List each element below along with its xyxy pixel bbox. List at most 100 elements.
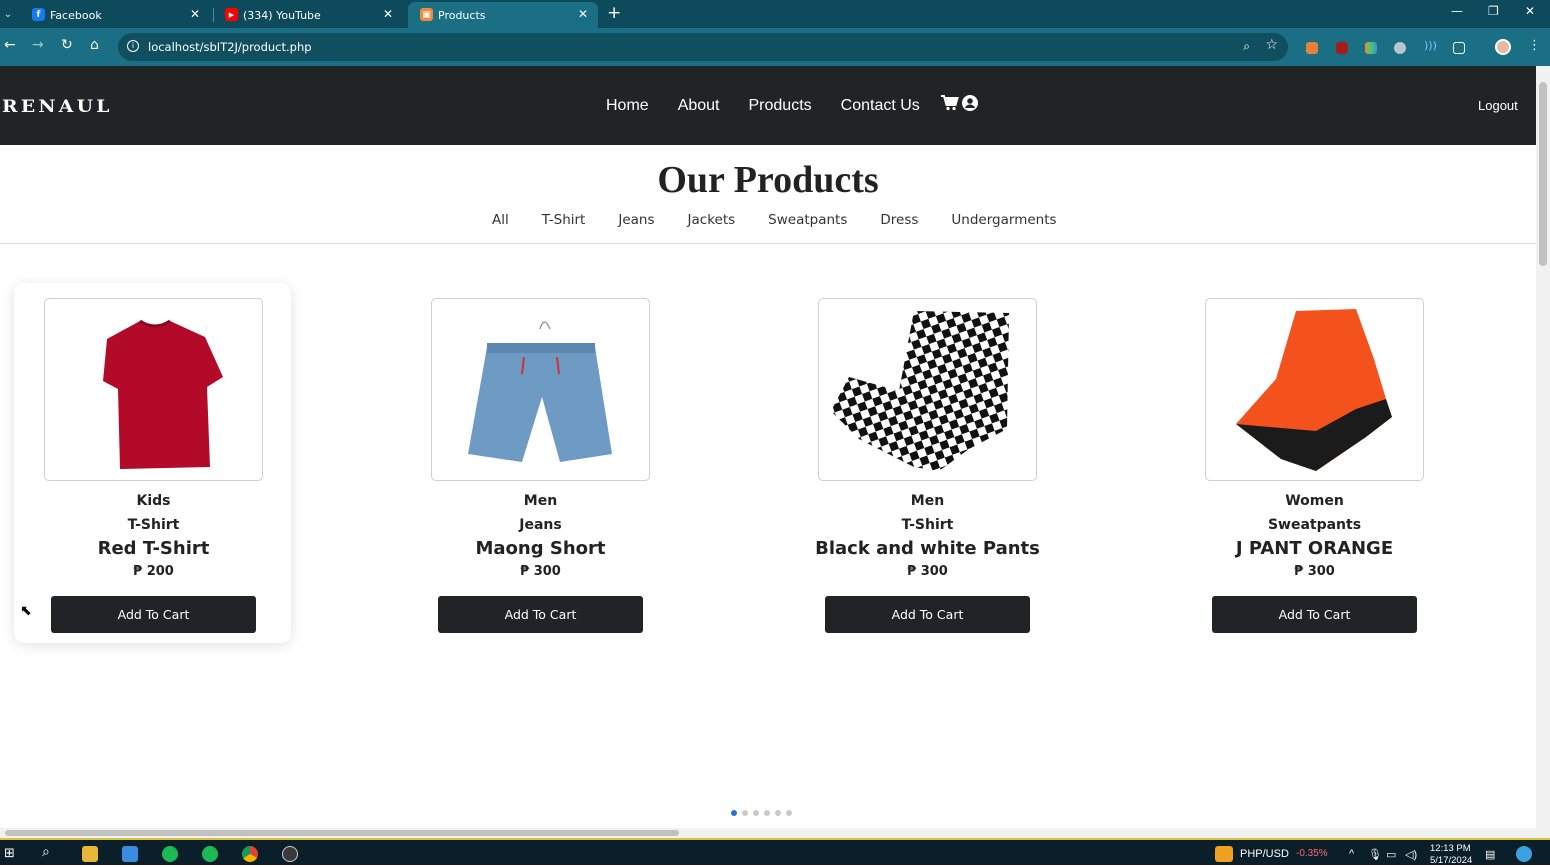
product-card[interactable]: Kids T-Shirt Red T-Shirt ₱ 200 Add To Ca… <box>44 298 263 633</box>
system-clock[interactable]: 12:13 PM 5/17/2024 <box>1430 843 1472 867</box>
zoom-icon[interactable]: ⌕ <box>1243 39 1250 54</box>
nav-about[interactable]: About <box>678 97 720 115</box>
scrollbar-thumb[interactable] <box>5 830 679 836</box>
add-to-cart-button[interactable]: Add To Cart <box>438 596 643 633</box>
add-to-cart-button[interactable]: Add To Cart <box>51 596 256 633</box>
product-name: Red T-Shirt <box>97 538 210 559</box>
windows-start-icon[interactable]: ⊞ <box>4 846 20 862</box>
search-icon[interactable]: ⌕ <box>42 844 58 860</box>
category-filter-bar: All T-Shirt Jeans Jackets Sweatpants Dre… <box>492 212 1057 228</box>
tab-search-chevron-icon[interactable]: ⌄ <box>0 4 16 24</box>
horizontal-scrollbar[interactable] <box>0 828 1536 838</box>
microphone-icon[interactable]: 🎙 <box>1368 848 1382 861</box>
product-name: Maong Short <box>475 538 606 559</box>
widget-app-icon[interactable] <box>1516 846 1532 862</box>
network-icon[interactable]: ▭ <box>1386 848 1396 861</box>
carousel-dot[interactable] <box>742 810 748 816</box>
product-category: Jeans <box>519 517 562 533</box>
notifications-icon[interactable]: ▤ <box>1485 848 1495 861</box>
game-extension-icon[interactable] <box>1394 42 1406 54</box>
product-card[interactable]: Men T-Shirt Black and white Pants ₱ 300 … <box>815 298 1040 633</box>
profile-avatar[interactable] <box>1495 39 1511 55</box>
filter-undergarments[interactable]: Undergarments <box>951 212 1056 228</box>
browser-menu-icon[interactable]: ⋮ <box>1528 38 1541 53</box>
currency-widget-icon[interactable] <box>1215 846 1233 862</box>
product-image-orange-pants[interactable] <box>1205 298 1424 481</box>
bookmark-star-icon[interactable]: ☆ <box>1265 37 1278 53</box>
site-logo[interactable]: RENAUL <box>2 97 113 117</box>
close-tab-icon[interactable]: ✕ <box>190 7 200 21</box>
carousel-dot[interactable] <box>753 810 759 816</box>
user-circle-icon[interactable] <box>962 95 978 116</box>
add-to-cart-button[interactable]: Add To Cart <box>1212 596 1417 633</box>
minimize-icon[interactable]: — <box>1451 4 1463 18</box>
color-extension-icon[interactable] <box>1365 42 1377 54</box>
product-name: J PANT ORANGE <box>1235 538 1394 559</box>
filter-jeans[interactable]: Jeans <box>618 212 654 228</box>
close-window-icon[interactable]: ✕ <box>1525 4 1535 18</box>
logout-link[interactable]: Logout <box>1478 98 1518 113</box>
url-text[interactable]: localhost/sbIT2J/product.php <box>148 40 312 54</box>
filter-tshirt[interactable]: T-Shirt <box>542 212 586 228</box>
close-tab-icon[interactable]: ✕ <box>383 7 393 21</box>
reload-icon[interactable]: ↻ <box>61 37 73 53</box>
product-image-maong-short[interactable] <box>431 298 650 481</box>
new-tab-button[interactable]: + <box>607 3 621 23</box>
carousel-dot[interactable] <box>775 810 781 816</box>
product-category: T-Shirt <box>901 517 954 533</box>
os-taskbar: ⊞ ⌕ PHP/USD -0.35% ^ 🎙 ▭ ◁) 12:13 PM 5/1… <box>0 838 1550 867</box>
product-category: Sweatpants <box>1267 517 1362 533</box>
close-tab-icon[interactable]: ✕ <box>578 7 588 21</box>
tab-facebook[interactable]: f Facebook ✕ <box>20 2 210 28</box>
add-to-cart-button[interactable]: Add To Cart <box>825 596 1030 633</box>
mail-icon[interactable] <box>122 846 138 862</box>
volume-icon[interactable]: ◁) <box>1405 848 1417 861</box>
product-image-checkered-pants[interactable] <box>818 298 1037 481</box>
product-audience: Women <box>1285 493 1344 509</box>
clock-app-icon[interactable] <box>282 846 298 862</box>
currency-pair[interactable]: PHP/USD <box>1240 848 1289 860</box>
product-price: ₱ 300 <box>520 564 561 579</box>
vertical-scrollbar[interactable] <box>1536 66 1550 838</box>
currency-change: -0.35% <box>1296 848 1328 859</box>
cart-icon[interactable] <box>941 95 959 116</box>
spotify-icon[interactable] <box>202 846 218 862</box>
spotify-icon[interactable] <box>162 846 178 862</box>
nav-home[interactable]: Home <box>606 97 649 115</box>
tab-youtube[interactable]: ▶ (334) YouTube ✕ <box>213 2 403 28</box>
filter-all[interactable]: All <box>492 212 509 228</box>
site-navbar: RENAUL Home About Products Contact Us Lo… <box>0 66 1536 145</box>
carousel-dot[interactable] <box>764 810 770 816</box>
tab-label: Products <box>438 8 486 22</box>
filter-dress[interactable]: Dress <box>880 212 918 228</box>
carousel-dot[interactable] <box>731 810 737 816</box>
scrollbar-thumb[interactable] <box>1539 82 1547 266</box>
product-image-red-tshirt[interactable] <box>44 298 263 481</box>
product-price: ₱ 300 <box>1294 564 1335 579</box>
extensions-puzzle-icon[interactable] <box>1453 42 1465 54</box>
product-card[interactable]: Men Jeans Maong Short ₱ 300 Add To Cart <box>431 298 650 633</box>
carousel-pagination <box>731 810 792 816</box>
tab-products[interactable]: ▣ Products ✕ <box>408 2 598 28</box>
tray-chevron-icon[interactable]: ^ <box>1349 848 1354 860</box>
browser-toolbar: ← → ↻ ⌂ i localhost/sbIT2J/product.php ⌕… <box>0 28 1550 66</box>
nav-products[interactable]: Products <box>749 97 812 115</box>
restore-icon[interactable]: ❐ <box>1488 4 1499 18</box>
product-audience: Men <box>910 493 945 509</box>
chrome-icon[interactable] <box>242 846 258 862</box>
carousel-dot[interactable] <box>786 810 792 816</box>
product-card[interactable]: Women Sweatpants J PANT ORANGE ₱ 300 Add… <box>1205 298 1424 633</box>
sound-extension-icon[interactable]: ))) <box>1424 39 1437 52</box>
metamask-extension-icon[interactable] <box>1306 42 1318 54</box>
back-icon[interactable]: ← <box>4 37 16 53</box>
forward-icon[interactable]: → <box>32 37 44 53</box>
products-favicon: ▣ <box>420 8 433 21</box>
filter-sweatpants[interactable]: Sweatpants <box>768 212 847 228</box>
home-icon[interactable]: ⌂ <box>90 37 99 53</box>
site-info-icon[interactable]: i <box>127 40 139 52</box>
file-explorer-icon[interactable] <box>82 846 98 862</box>
address-bar[interactable]: i localhost/sbIT2J/product.php ⌕ ☆ <box>118 33 1288 61</box>
nav-contact[interactable]: Contact Us <box>841 97 920 115</box>
ublock-extension-icon[interactable] <box>1336 42 1348 54</box>
filter-jackets[interactable]: Jackets <box>688 212 736 228</box>
